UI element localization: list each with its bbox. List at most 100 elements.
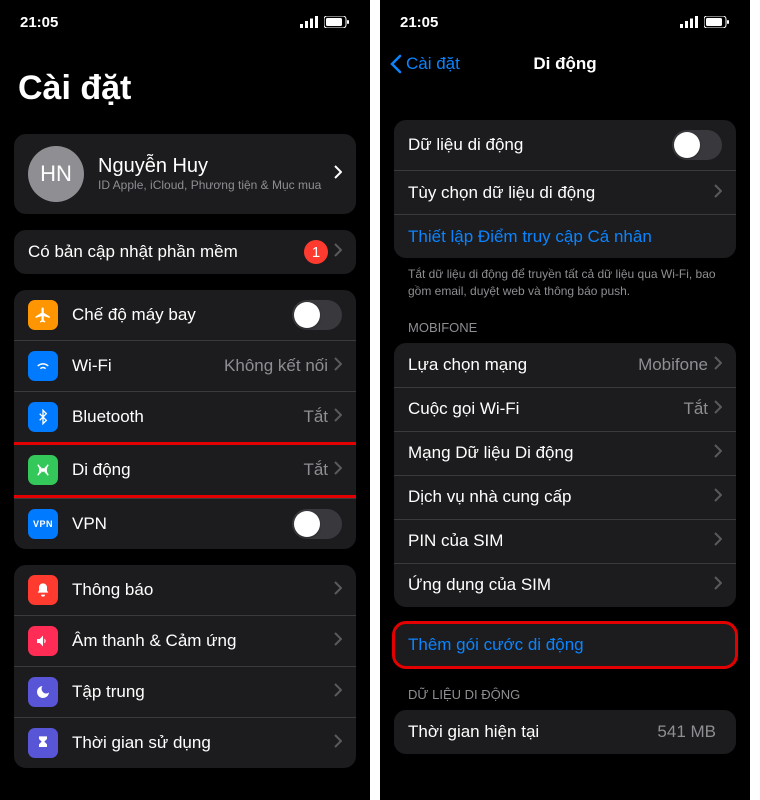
- cellular-value: Tắt: [303, 460, 328, 480]
- wifi-label: Wi-Fi: [72, 356, 224, 376]
- chevron-right-icon: [334, 460, 342, 480]
- bell-icon: [28, 575, 58, 605]
- sound-label: Âm thanh & Cảm ứng: [72, 631, 334, 651]
- airplane-icon: [28, 300, 58, 330]
- sound-row[interactable]: Âm thanh & Cảm ứng: [14, 615, 356, 666]
- navbar: Cài đặt Di động: [380, 44, 750, 84]
- simpin-label: PIN của SIM: [408, 531, 714, 551]
- profile-name: Nguyễn Huy: [98, 155, 334, 178]
- simapp-row[interactable]: Ứng dụng của SIM: [394, 563, 736, 607]
- addplan-group: Thêm gói cước di động: [394, 623, 736, 667]
- status-time: 21:05: [400, 14, 438, 31]
- airplane-label: Chế độ máy bay: [72, 305, 292, 325]
- chevron-right-icon: [334, 682, 342, 702]
- cellular-label: Di động: [72, 460, 303, 480]
- hourglass-icon: [28, 728, 58, 758]
- addplan-label: Thêm gói cước di động: [408, 635, 722, 655]
- signal-icon: [300, 16, 318, 28]
- software-update-row[interactable]: Có bản cập nhật phần mềm 1: [14, 230, 356, 274]
- statusbar: 21:05: [380, 0, 750, 44]
- cellular-data-toggle[interactable]: [672, 130, 722, 160]
- data-options-label: Tùy chọn dữ liệu di động: [408, 183, 714, 203]
- chevron-right-icon: [714, 487, 722, 507]
- usage-header: DỮ LIỆU DI ĐỘNG: [380, 667, 750, 706]
- notifications-row[interactable]: Thông báo: [14, 565, 356, 615]
- vpn-row[interactable]: VPN VPN: [14, 498, 356, 549]
- back-button[interactable]: Cài đặt: [390, 54, 460, 74]
- vpn-icon: VPN: [28, 509, 58, 539]
- data-options-row[interactable]: Tùy chọn dữ liệu di động: [394, 170, 736, 214]
- chevron-right-icon: [714, 399, 722, 419]
- services-label: Dịch vụ nhà cung cấp: [408, 487, 714, 507]
- cellular-data-label: Dữ liệu di động: [408, 135, 672, 155]
- usage-group: Thời gian hiện tại 541 MB: [394, 710, 736, 754]
- phone-right: 21:05 Cài đặt Di động Dữ liệu di động Tù…: [380, 0, 750, 800]
- update-label: Có bản cập nhật phần mềm: [28, 242, 304, 262]
- vpn-label: VPN: [72, 514, 292, 534]
- signal-icon: [680, 16, 698, 28]
- chevron-right-icon: [334, 165, 342, 184]
- bluetooth-label: Bluetooth: [72, 407, 303, 427]
- battery-icon: [704, 16, 730, 28]
- cellular-icon: [28, 455, 58, 485]
- network-value: Mobifone: [638, 355, 708, 375]
- datanet-label: Mạng Dữ liệu Di động: [408, 443, 714, 463]
- network-row[interactable]: Lựa chọn mạng Mobifone: [394, 343, 736, 387]
- status-time: 21:05: [20, 14, 58, 31]
- notifications-label: Thông báo: [72, 580, 334, 600]
- chevron-right-icon: [714, 531, 722, 551]
- cellular-data-row[interactable]: Dữ liệu di động: [394, 120, 736, 170]
- airplane-toggle[interactable]: [292, 300, 342, 330]
- update-group: Có bản cập nhật phần mềm 1: [14, 230, 356, 274]
- data-group: Dữ liệu di động Tùy chọn dữ liệu di động…: [394, 120, 736, 258]
- battery-icon: [324, 16, 350, 28]
- general-group: Thông báo Âm thanh & Cảm ứng Tập trung T…: [14, 565, 356, 768]
- wificall-row[interactable]: Cuộc gọi Wi-Fi Tắt: [394, 387, 736, 431]
- hotspot-row[interactable]: Thiết lập Điểm truy cập Cá nhân: [394, 214, 736, 258]
- wifi-row[interactable]: Wi-Fi Không kết nối: [14, 340, 356, 391]
- status-right: [300, 16, 350, 28]
- profile-sub: ID Apple, iCloud, Phương tiện & Mục mua: [98, 178, 334, 194]
- focus-row[interactable]: Tập trung: [14, 666, 356, 717]
- speaker-icon: [28, 626, 58, 656]
- bluetooth-row[interactable]: Bluetooth Tắt: [14, 391, 356, 442]
- chevron-right-icon: [334, 242, 342, 262]
- hotspot-label: Thiết lập Điểm truy cập Cá nhân: [408, 227, 722, 247]
- airplane-row[interactable]: Chế độ máy bay: [14, 290, 356, 340]
- carrier-group: Lựa chọn mạng Mobifone Cuộc gọi Wi-Fi Tắ…: [394, 343, 736, 607]
- current-period-value: 541 MB: [657, 722, 716, 742]
- screentime-label: Thời gian sử dụng: [72, 733, 334, 753]
- moon-icon: [28, 677, 58, 707]
- update-badge: 1: [304, 240, 328, 264]
- chevron-right-icon: [334, 733, 342, 753]
- chevron-left-icon: [390, 54, 402, 74]
- chevron-right-icon: [334, 580, 342, 600]
- screentime-row[interactable]: Thời gian sử dụng: [14, 717, 356, 768]
- cellular-row[interactable]: Di động Tắt: [14, 445, 356, 495]
- chevron-right-icon: [334, 631, 342, 651]
- wificall-label: Cuộc gọi Wi-Fi: [408, 399, 683, 419]
- vpn-toggle[interactable]: [292, 509, 342, 539]
- focus-label: Tập trung: [72, 682, 334, 702]
- data-footer: Tắt dữ liệu di động để truyền tất cả dữ …: [380, 258, 750, 300]
- current-period-row[interactable]: Thời gian hiện tại 541 MB: [394, 710, 736, 754]
- simpin-row[interactable]: PIN của SIM: [394, 519, 736, 563]
- bluetooth-value: Tắt: [303, 407, 328, 427]
- chevron-right-icon: [714, 575, 722, 595]
- chevron-right-icon: [334, 356, 342, 376]
- chevron-right-icon: [334, 407, 342, 427]
- datanet-row[interactable]: Mạng Dữ liệu Di động: [394, 431, 736, 475]
- status-right: [680, 16, 730, 28]
- page-title: Cài đặt: [0, 44, 370, 118]
- network-label: Lựa chọn mạng: [408, 355, 638, 375]
- statusbar: 21:05: [0, 0, 370, 44]
- profile-row[interactable]: HN Nguyễn Huy ID Apple, iCloud, Phương t…: [14, 134, 356, 214]
- wifi-icon: [28, 351, 58, 381]
- chevron-right-icon: [714, 443, 722, 463]
- current-period-label: Thời gian hiện tại: [408, 722, 657, 742]
- services-row[interactable]: Dịch vụ nhà cung cấp: [394, 475, 736, 519]
- chevron-right-icon: [714, 183, 722, 203]
- addplan-row[interactable]: Thêm gói cước di động: [394, 623, 736, 667]
- wificall-value: Tắt: [683, 399, 708, 419]
- chevron-right-icon: [714, 355, 722, 375]
